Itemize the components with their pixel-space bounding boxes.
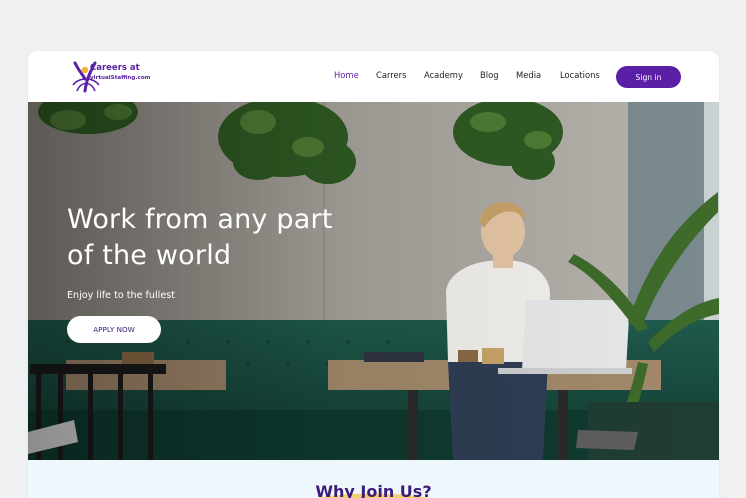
brand-line1: Careers at xyxy=(90,63,140,73)
site-header: Careers at virtualStaffing.com Home Carr… xyxy=(28,51,719,102)
nav-carrers[interactable]: Carrers xyxy=(376,70,407,80)
nav-locations[interactable]: Locations xyxy=(560,70,600,80)
hero-section: Work from any part of the world Enjoy li… xyxy=(28,102,719,460)
hero-title: Work from any part of the world xyxy=(67,204,333,271)
page-card: Careers at virtualStaffing.com Home Carr… xyxy=(28,51,719,498)
nav-media[interactable]: Media xyxy=(516,70,541,80)
apply-now-button[interactable]: APPLY NOW xyxy=(67,316,161,343)
hero-photo xyxy=(28,102,719,460)
nav-home[interactable]: Home xyxy=(334,70,359,80)
section-title: Why Join Us? xyxy=(315,482,432,498)
brand-wordmark: Careers at virtualStaffing.com xyxy=(90,64,151,83)
brand-logo[interactable]: Careers at virtualStaffing.com xyxy=(69,57,189,97)
sign-in-button[interactable]: Sign in xyxy=(616,66,681,88)
nav-academy[interactable]: Academy xyxy=(424,70,463,80)
brand-line2: virtualStaffing.com xyxy=(90,75,151,81)
why-join-section: Why Join Us? xyxy=(28,460,719,498)
hero-subtitle: Enjoy life to the fullest xyxy=(67,290,175,301)
nav-blog[interactable]: Blog xyxy=(480,70,499,80)
